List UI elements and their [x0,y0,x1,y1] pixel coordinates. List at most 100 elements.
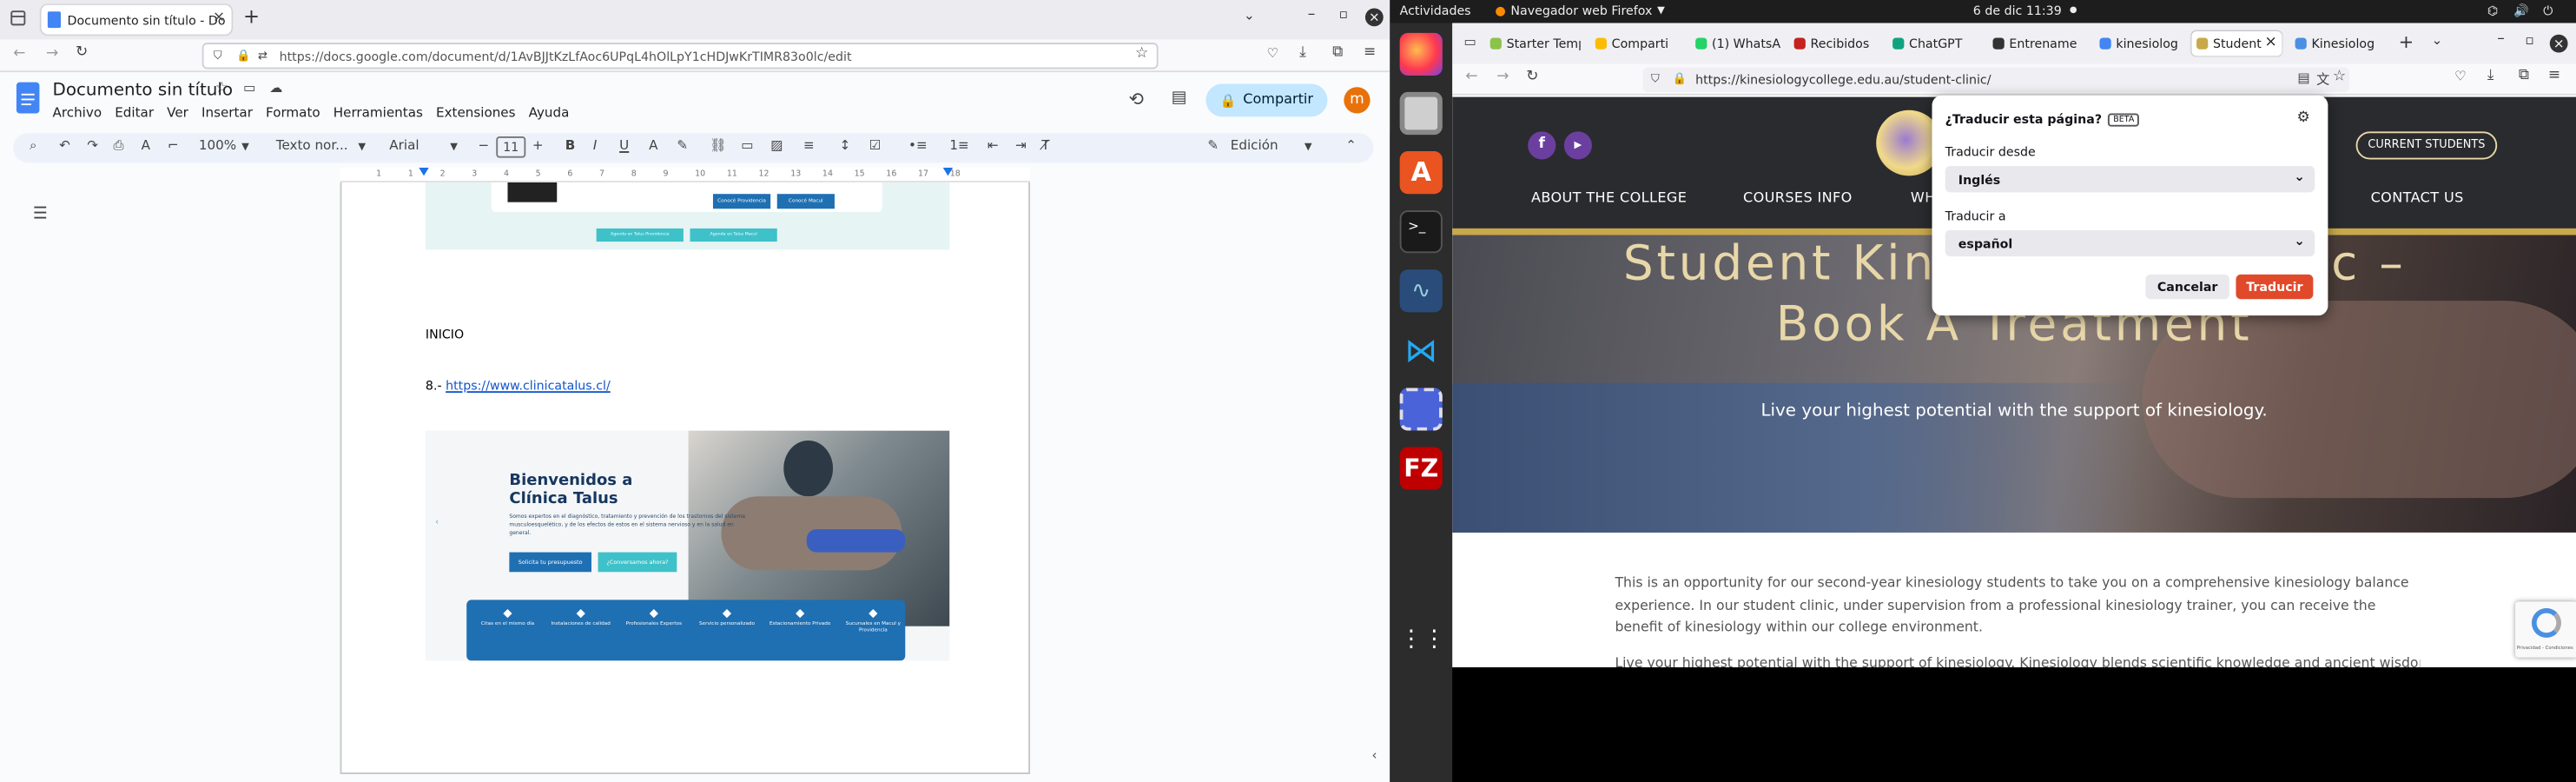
style-select[interactable]: Texto nor... [276,138,348,153]
browser-tab[interactable]: Comparti [1590,31,1682,56]
italic-icon[interactable]: I [593,138,597,153]
pocket-icon[interactable]: ♡ [1266,46,1278,61]
youtube-icon[interactable]: ▶ [1563,131,1592,160]
nav-courses[interactable]: COURSES INFO [1743,190,1853,207]
mysql-workbench-icon[interactable]: ∿ [1399,269,1443,313]
translate-icon[interactable]: 文 [2316,70,2329,89]
outline-icon[interactable]: ☰ [33,205,48,223]
undo-icon[interactable]: ↶ [59,138,70,153]
cancel-button[interactable]: Cancelar [2145,274,2229,300]
mode-select[interactable]: Edición [1231,138,1278,153]
downloads-icon[interactable]: ⤓ [1299,44,1306,61]
settings-gear-icon[interactable]: ⚙ [2296,110,2309,127]
increase-font-icon[interactable]: + [532,138,544,153]
restore-icon[interactable]: ▫ [2525,33,2533,48]
menu-formato[interactable]: Formato [266,105,320,120]
bold-icon[interactable]: B [565,138,576,153]
reader-view-icon[interactable]: ▤ [2297,70,2309,85]
files-icon[interactable] [1399,91,1443,136]
hamburger-menu-icon[interactable]: ≡ [1364,44,1376,61]
forward-icon[interactable]: → [1496,69,1509,85]
back-icon[interactable]: ← [13,46,25,63]
side-panel-toggle-icon[interactable]: ‹ [1371,748,1388,768]
browser-tab[interactable]: Entrename [1988,31,2084,56]
highlight-icon[interactable]: ✎ [677,138,688,153]
hamburger-menu-icon[interactable]: ≡ [2548,68,2560,84]
volume-icon[interactable]: 🔊 [2513,3,2529,18]
numbered-list-icon[interactable]: 1≡ [949,138,968,153]
reload-icon[interactable]: ↻ [1526,69,1538,85]
filezilla-icon[interactable]: FZ [1399,447,1443,490]
browser-tab[interactable]: (1) WhatsA [1690,31,1782,56]
to-language-select[interactable]: español ⌄ [1945,229,2315,257]
screenshot-icon[interactable] [1399,388,1443,431]
doc-title[interactable]: Documento sin título [53,81,233,101]
doc-link[interactable]: https://www.clinicatalus.cl/ [446,378,611,393]
underline-icon[interactable]: U [619,138,629,153]
restore-icon[interactable]: ▫ [1339,7,1348,22]
insert-image-icon[interactable]: ▨ [770,138,783,153]
right-indent-marker[interactable] [942,167,954,176]
doc-page[interactable]: Conocé Providencia Conocé Macul Agenda e… [340,182,1031,774]
clock[interactable]: 6 de dic 11:39 [1973,3,2062,18]
browser-tab[interactable]: Recibidos [1789,31,1881,56]
current-students-button[interactable]: CURRENT STUDENTS [2355,131,2498,160]
terminal-icon[interactable]: >_ [1399,210,1443,254]
tab-google-docs[interactable]: Documento sin título - Do × [41,4,232,35]
recaptcha-badge[interactable]: Privacidad - Condiciones [2515,601,2576,658]
close-tab-icon[interactable]: × [213,10,225,26]
app-menu[interactable]: ● Navegador web Firefox ▼ [1495,3,1664,18]
extensions-icon[interactable]: ⧉ [1332,44,1343,61]
increase-indent-icon[interactable]: ⇥ [1015,138,1027,153]
pocket-icon[interactable]: ♡ [2454,69,2467,83]
browser-tab[interactable]: ChatGPT [1887,31,1979,56]
browser-tab[interactable]: Starter Temp [1485,31,1581,56]
link-icon[interactable]: ⛓ [710,138,726,153]
font-select[interactable]: Arial [389,138,419,153]
tab-list-icon[interactable] [10,10,26,26]
line-spacing-icon[interactable]: ↕ [840,138,851,153]
bulleted-list-icon[interactable]: •≡ [908,138,928,153]
move-folder-icon[interactable]: ▭ [243,81,255,96]
avatar[interactable]: m [1344,87,1371,114]
search-menus-icon[interactable]: ⌕ [30,138,36,155]
minimize-icon[interactable]: – [2497,31,2505,48]
menu-extensiones[interactable]: Extensiones [436,105,516,120]
reload-icon[interactable]: ↻ [76,44,88,61]
from-language-select[interactable]: Inglés ⌄ [1945,166,2315,193]
star-icon[interactable]: ☆ [215,81,228,97]
google-docs-logo-icon[interactable] [16,82,40,114]
vscode-icon[interactable]: ⋈ [1400,328,1443,371]
chevron-down-icon[interactable]: ⌄ [2432,33,2443,48]
font-size-input[interactable]: 11 [496,136,526,158]
doc-image-top[interactable]: Conocé Providencia Conocé Macul Agenda e… [425,182,950,250]
print-icon[interactable]: ⎙ [114,138,124,155]
redo-icon[interactable]: ↷ [87,138,98,153]
nav-about[interactable]: ABOUT THE COLLEGE [1531,190,1687,207]
bookmark-star-icon[interactable]: ☆ [1135,46,1148,63]
translate-button[interactable]: Traducir [2236,274,2314,300]
tab-list-icon[interactable]: ▭ [1463,35,1476,50]
menu-herramientas[interactable]: Herramientas [334,105,423,120]
chevron-down-icon[interactable]: ⌄ [1244,8,1255,23]
bookmark-star-icon[interactable]: ☆ [2333,69,2346,85]
align-icon[interactable]: ≡ [803,138,815,153]
show-apps-icon[interactable]: ⋮⋮⋮ [1400,618,1469,660]
network-icon[interactable]: ⌬ [2487,3,2498,18]
firefox-icon[interactable] [1399,32,1443,76]
new-tab-icon[interactable]: + [2399,31,2414,53]
new-tab-icon[interactable]: + [243,5,260,28]
nav-contact[interactable]: CONTACT US [2371,190,2464,207]
add-comment-icon[interactable]: ▭ [741,138,753,153]
left-indent-marker[interactable] [419,167,429,176]
paint-format-icon[interactable]: ⌐ [168,138,179,153]
decrease-font-icon[interactable]: − [478,138,489,153]
app-center-icon[interactable]: A [1399,151,1443,195]
spellcheck-icon[interactable]: A [142,138,150,153]
back-icon[interactable]: ← [1465,69,1477,85]
zoom-select[interactable]: 100% [199,138,236,153]
browser-tab[interactable]: kinesiolog [2095,31,2185,56]
clear-formatting-icon[interactable]: T̸ [1041,138,1049,153]
address-bar[interactable]: ⛉ 🔒 https://kinesiologycollege.edu.au/st… [1642,67,2349,92]
menu-insertar[interactable]: Insertar [201,105,253,120]
